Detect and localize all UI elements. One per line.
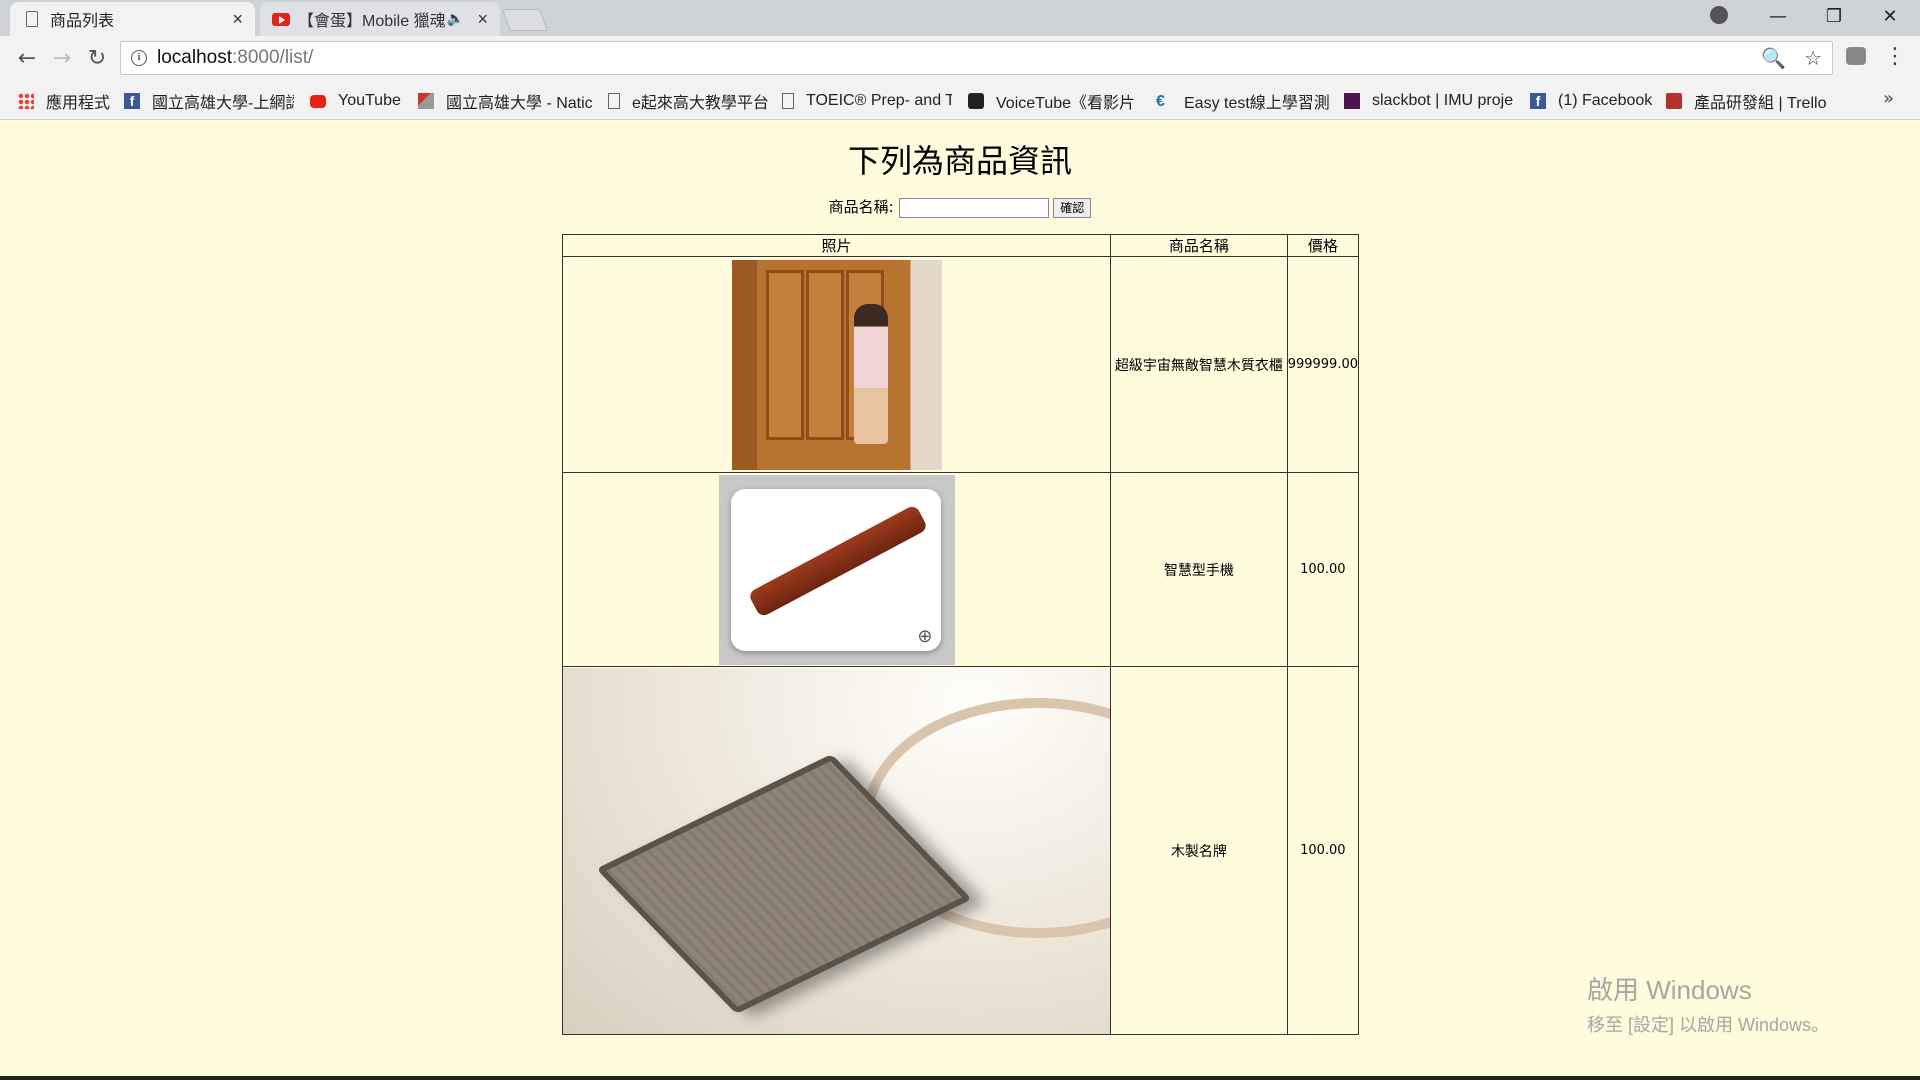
product-price-cell: 100.00 <box>1286 472 1360 667</box>
bookmarks-overflow-button[interactable]: » <box>1883 88 1894 109</box>
search-form: 商品名稱: 確認 <box>0 196 1920 218</box>
url-host: localhost <box>157 47 232 68</box>
product-name-cell: 智慧型手機 <box>1110 472 1288 667</box>
bookmark-nuk-login[interactable]: f 國立高雄大學-上網認 <box>124 90 294 112</box>
search-label: 商品名稱: <box>828 198 894 216</box>
bookmark-nuk-natic[interactable]: 國立高雄大學 - Natic <box>418 90 594 112</box>
minimize-button[interactable]: — <box>1750 0 1806 32</box>
star-icon[interactable]: ☆ <box>1804 46 1822 70</box>
product-table: 照片 商品名稱 價格 超級宇宙無敵智慧木質衣櫃 999999.00 ⊕ 智慧型手… <box>562 234 1360 1035</box>
url-path: :8000/list/ <box>232 47 314 68</box>
photo-cell <box>562 256 1111 473</box>
bookmark-toeic[interactable]: TOEIC® Prep- and T <box>782 90 952 112</box>
bookmark-slackbot[interactable]: slackbot | IMU proje <box>1344 90 1514 112</box>
bookmark-label: 國立高雄大學-上網認 <box>152 95 294 112</box>
easytest-icon: € <box>1156 93 1165 110</box>
bookmarks-bar: 應用程式 f 國立高雄大學-上網認 YouTube 國立高雄大學 - Natic … <box>0 82 1920 120</box>
product-name-cell: 木製名牌 <box>1110 666 1288 1035</box>
youtube-icon <box>310 94 326 108</box>
info-icon[interactable]: i <box>131 50 147 66</box>
zoom-icon[interactable]: 🔍 <box>1761 46 1786 70</box>
menu-icon[interactable]: ⋮ <box>1884 44 1906 69</box>
photo-cell <box>562 666 1111 1035</box>
bookmark-youtube[interactable]: YouTube <box>310 90 410 112</box>
bookmark-label: slackbot | IMU proje <box>1372 92 1514 109</box>
close-window-button[interactable]: ✕ <box>1862 0 1918 32</box>
bookmark-label: YouTube <box>338 92 401 109</box>
header-price: 價格 <box>1286 234 1360 257</box>
page-title: 下列為商品資訊 <box>847 143 1072 179</box>
bookmark-elearning[interactable]: e起來高大教學平台 <box>608 90 768 112</box>
reload-icon[interactable]: ↻ <box>82 44 112 74</box>
speaker-icon[interactable]: 🔈 <box>447 10 464 27</box>
document-icon <box>608 93 620 109</box>
confirm-button[interactable]: 確認 <box>1053 197 1092 218</box>
table-row: 超級宇宙無敵智慧木質衣櫃 999999.00 <box>562 256 1360 473</box>
watermark-subtitle: 移至 [設定] 以啟用 Windows。 <box>1587 1015 1830 1035</box>
facebook-icon: f <box>1530 93 1546 109</box>
bookmark-voicetube[interactable]: VoiceTube《看影片 <box>968 90 1140 112</box>
taskbar-edge <box>0 1076 1920 1080</box>
header-photo: 照片 <box>562 234 1111 257</box>
apps-icon <box>18 93 34 109</box>
voicetube-icon <box>968 93 984 109</box>
nuk-icon <box>418 93 434 109</box>
zoom-in-icon: ⊕ <box>917 625 933 647</box>
bookmark-trello[interactable]: 產品研發組 | Trello <box>1666 90 1836 112</box>
tab-youtube[interactable]: 【會蛋】Mobile 獵魂 🔈 × <box>260 2 500 36</box>
forward-arrow-icon[interactable]: → <box>47 44 77 74</box>
bookmark-label: (1) Facebook <box>1558 92 1652 109</box>
bookmark-apps[interactable]: 應用程式 <box>18 90 112 112</box>
facebook-icon: f <box>124 93 140 109</box>
bookmark-label: VoiceTube《看影片 <box>996 95 1136 112</box>
document-icon <box>782 93 794 109</box>
header-name: 商品名稱 <box>1110 234 1288 257</box>
bookmark-facebook[interactable]: f (1) Facebook <box>1530 90 1652 112</box>
browser-toolbar: ← → ↻ i localhost:8000/list/ 🔍 ☆ ⋮ <box>0 36 1920 82</box>
table-header-row: 照片 商品名稱 價格 <box>562 234 1360 257</box>
bookmark-label: TOEIC® Prep- and T <box>806 92 952 109</box>
back-arrow-icon[interactable]: ← <box>12 44 42 74</box>
slack-icon <box>1344 93 1360 109</box>
wardrobe-image <box>731 259 942 470</box>
table-row: 木製名牌 100.00 <box>562 666 1360 1035</box>
product-name-cell: 超級宇宙無敵智慧木質衣櫃 <box>1110 256 1288 473</box>
restore-button[interactable]: ❐ <box>1806 0 1862 32</box>
tab-close-icon[interactable]: × <box>232 9 243 30</box>
table-row: ⊕ 智慧型手機 100.00 <box>562 472 1360 667</box>
extension-icon[interactable] <box>1846 47 1866 65</box>
bookmark-label: 應用程式 <box>46 95 111 112</box>
bookmark-label: 產品研發組 | Trello <box>1694 95 1827 112</box>
tab-close-icon[interactable]: × <box>477 9 488 30</box>
product-price-cell: 100.00 <box>1286 666 1360 1035</box>
tab-title: 【會蛋】Mobile 獵魂 <box>298 13 446 30</box>
account-icon[interactable] <box>1710 6 1728 24</box>
product-name-input[interactable] <box>898 197 1049 218</box>
tab-product-list[interactable]: 商品列表 × <box>10 2 255 36</box>
bookmark-easytest[interactable]: € Easy test線上學習測 <box>1156 90 1330 112</box>
phone-image: ⊕ <box>718 474 955 665</box>
bookmark-label: e起來高大教學平台 <box>632 95 768 112</box>
product-price-cell: 999999.00 <box>1286 256 1360 473</box>
new-tab-button[interactable] <box>501 9 549 31</box>
trello-icon <box>1666 93 1682 109</box>
tab-title: 商品列表 <box>50 13 115 30</box>
photo-cell: ⊕ <box>562 472 1111 667</box>
title-bar: 商品列表 × 【會蛋】Mobile 獵魂 🔈 × — ❐ ✕ <box>0 0 1920 36</box>
watermark-title: 啟用 Windows <box>1587 975 1752 1005</box>
address-bar[interactable]: i localhost:8000/list/ 🔍 ☆ <box>120 41 1833 75</box>
youtube-icon <box>272 12 290 26</box>
wooden-badge-image <box>563 667 1110 1034</box>
bookmark-label: 國立高雄大學 - Natic <box>446 95 593 112</box>
bookmark-label: Easy test線上學習測 <box>1184 95 1330 112</box>
windows-activation-watermark: 啟用 Windows 移至 [設定] 以啟用 Windows。 <box>1587 970 1829 1037</box>
document-icon <box>26 11 38 27</box>
